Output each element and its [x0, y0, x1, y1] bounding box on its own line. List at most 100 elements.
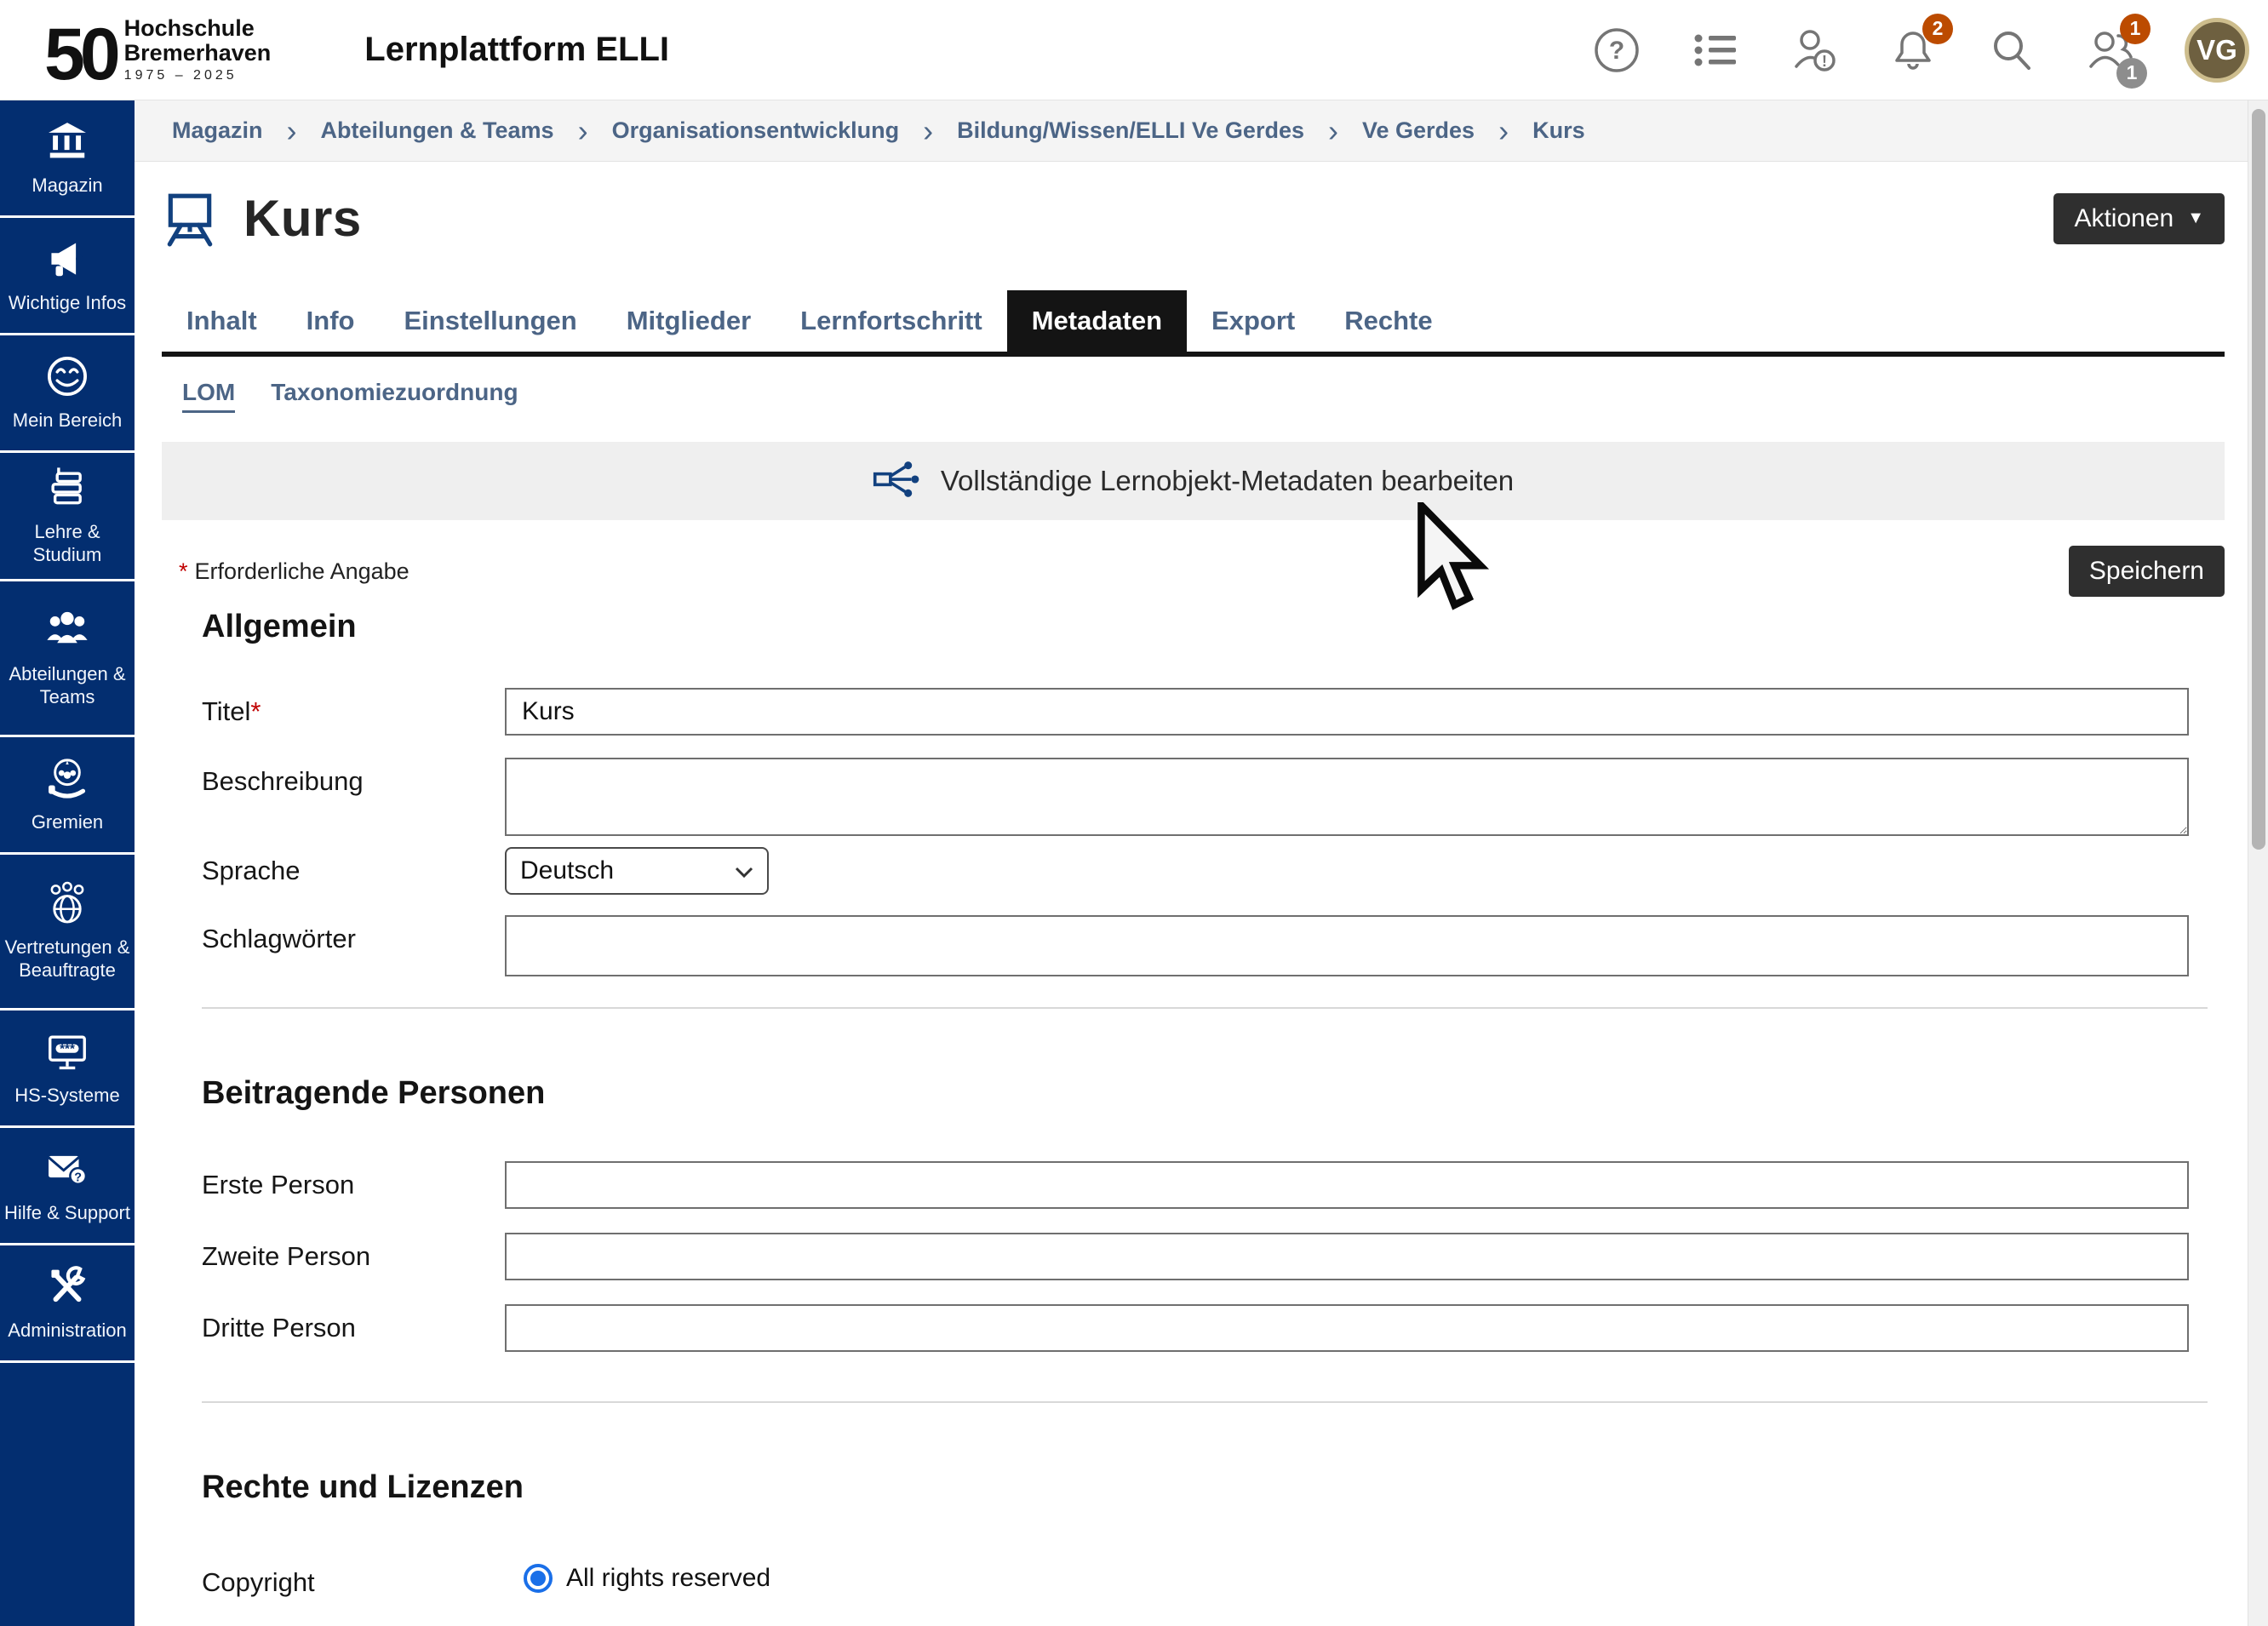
people-group-icon — [44, 607, 90, 653]
monitor-icon: *** — [44, 1028, 90, 1074]
subtab-lom[interactable]: LOM — [182, 379, 235, 413]
breadcrumb: Magazin › Abteilungen & Teams › Organisa… — [135, 100, 2248, 162]
tab-export[interactable]: Export — [1187, 290, 1320, 352]
contacts-online-badge: 1 — [2116, 58, 2147, 89]
top-header: 50 Hochschule Bremerhaven 1975 – 2025 Le… — [0, 0, 2268, 100]
section-divider — [202, 1401, 2208, 1403]
radio-dot — [530, 1571, 546, 1586]
user-status-icon[interactable]: ! — [1790, 26, 1839, 75]
tab-lernfortschritt[interactable]: Lernfortschritt — [776, 290, 1007, 352]
save-button[interactable]: Speichern — [2069, 546, 2225, 597]
sidebar-item-gremien[interactable]: Gremien — [0, 737, 135, 855]
tab-mitglieder[interactable]: Mitglieder — [602, 290, 776, 352]
sidebar: Magazin Wichtige Infos Mein Bereich Lehr… — [0, 100, 135, 1626]
required-note: *Erforderliche Angabe — [179, 558, 410, 585]
svg-text:?: ? — [74, 1171, 82, 1184]
committee-icon — [44, 755, 90, 801]
list-icon[interactable] — [1691, 26, 1740, 75]
bank-icon — [44, 118, 90, 164]
beschreibung-textarea[interactable] — [505, 758, 2189, 836]
schlagwoerter-input[interactable] — [505, 915, 2189, 976]
sidebar-item-hs-systeme[interactable]: *** HS-Systeme — [0, 1011, 135, 1128]
books-icon — [44, 465, 90, 511]
sidebar-item-abteilungen-teams[interactable]: Abteilungen & Teams — [0, 581, 135, 737]
copyright-option-label: All rights reserved — [566, 1564, 770, 1593]
tab-rechte[interactable]: Rechte — [1320, 290, 1457, 352]
logo-line2: Bremerhaven — [124, 41, 272, 65]
notifications-bell-icon[interactable]: 2 — [1888, 26, 1938, 75]
subtab-taxonomiezuordnung[interactable]: Taxonomiezuordnung — [271, 379, 518, 413]
sidebar-item-vertretungen-beauftragte[interactable]: Vertretungen & Beauftragte — [0, 855, 135, 1011]
sidebar-item-mein-bereich[interactable]: Mein Bereich — [0, 335, 135, 453]
copyright-label: Copyright — [162, 1559, 505, 1598]
sidebar-item-wichtige-infos[interactable]: Wichtige Infos — [0, 218, 135, 335]
edit-full-metadata-banner[interactable]: Vollständige Lernobjekt-Metadaten bearbe… — [162, 442, 2225, 520]
save-button-label: Speichern — [2089, 557, 2204, 586]
mail-question-icon: ? — [44, 1146, 90, 1192]
app-title: Lernplattform ELLI — [364, 31, 669, 69]
breadcrumb-kurs[interactable]: Kurs — [1532, 117, 1585, 144]
sub-tab-bar: LOM Taxonomiezuordnung — [182, 379, 2225, 413]
search-icon[interactable] — [1987, 26, 2036, 75]
schlagwoerter-label: Schlagwörter — [162, 915, 505, 954]
help-icon[interactable]: ? — [1592, 26, 1641, 75]
course-easel-icon — [162, 191, 218, 247]
actions-button-label: Aktionen — [2074, 204, 2174, 233]
required-asterisk: * — [179, 558, 188, 584]
sprache-select[interactable]: Deutsch — [505, 847, 769, 895]
erste-person-label: Erste Person — [162, 1161, 505, 1200]
page-title: Kurs — [243, 189, 362, 248]
logo-50: 50 — [44, 26, 116, 83]
zweite-person-label: Zweite Person — [162, 1233, 505, 1272]
section-rechte-lizenzen: Rechte und Lizenzen — [202, 1469, 2225, 1506]
sidebar-item-administration[interactable]: Administration — [0, 1245, 135, 1363]
tab-bar: Inhalt Info Einstellungen Mitglieder Ler… — [162, 290, 2225, 357]
chevron-down-icon — [735, 856, 753, 885]
beschreibung-label: Beschreibung — [162, 758, 505, 797]
sidebar-item-magazin[interactable]: Magazin — [0, 100, 135, 218]
globe-people-icon — [44, 880, 90, 926]
breadcrumb-separator: › — [578, 116, 588, 146]
breadcrumb-separator: › — [1498, 116, 1509, 146]
breadcrumb-organisationsentwicklung[interactable]: Organisationsentwicklung — [612, 117, 900, 144]
breadcrumb-abteilungen-teams[interactable]: Abteilungen & Teams — [321, 117, 554, 144]
breadcrumb-separator: › — [923, 116, 933, 146]
avatar[interactable]: VG — [2185, 18, 2249, 83]
megaphone-icon — [44, 236, 90, 282]
actions-button[interactable]: Aktionen ▼ — [2053, 193, 2225, 244]
logo-line1: Hochschule — [124, 16, 272, 40]
section-allgemein: Allgemein — [202, 609, 2225, 645]
notifications-badge: 2 — [1922, 14, 1953, 44]
breadcrumb-bildung-wissen[interactable]: Bildung/Wissen/ELLI Ve Gerdes — [957, 117, 1304, 144]
dritte-person-label: Dritte Person — [162, 1304, 505, 1343]
zweite-person-input[interactable] — [505, 1233, 2189, 1280]
tab-inhalt[interactable]: Inhalt — [162, 290, 282, 352]
sidebar-item-hilfe-support[interactable]: ? Hilfe & Support — [0, 1128, 135, 1245]
sidebar-item-lehre-studium[interactable]: Lehre & Studium — [0, 453, 135, 581]
titel-label: Titel* — [162, 688, 505, 727]
erste-person-input[interactable] — [505, 1161, 2189, 1209]
university-logo[interactable]: 50 Hochschule Bremerhaven 1975 – 2025 — [44, 16, 271, 83]
scrollbar — [2248, 100, 2268, 1626]
chevron-down-icon: ▼ — [2187, 209, 2204, 228]
tools-icon — [44, 1263, 90, 1309]
copyright-radio[interactable] — [524, 1564, 553, 1593]
breadcrumb-magazin[interactable]: Magazin — [172, 117, 263, 144]
svg-text:!: ! — [1822, 53, 1827, 70]
banner-label: Vollständige Lernobjekt-Metadaten bearbe… — [941, 465, 1514, 497]
contacts-icon[interactable]: 1 1 — [2086, 26, 2135, 75]
logo-years: 1975 – 2025 — [124, 68, 272, 83]
tab-einstellungen[interactable]: Einstellungen — [379, 290, 601, 352]
breadcrumb-separator: › — [287, 116, 297, 146]
titel-input[interactable] — [505, 688, 2189, 736]
breadcrumb-ve-gerdes[interactable]: Ve Gerdes — [1362, 117, 1475, 144]
dritte-person-input[interactable] — [505, 1304, 2189, 1352]
section-beitragende-personen: Beitragende Personen — [202, 1075, 2225, 1112]
main-area: Magazin › Abteilungen & Teams › Organisa… — [135, 100, 2248, 1626]
sidebar-filler — [0, 1363, 135, 1626]
scrollbar-thumb[interactable] — [2252, 109, 2265, 850]
tab-info[interactable]: Info — [282, 290, 380, 352]
tab-metadaten[interactable]: Metadaten — [1007, 290, 1187, 352]
svg-text:***: *** — [60, 1041, 75, 1056]
sprache-label: Sprache — [162, 847, 505, 886]
